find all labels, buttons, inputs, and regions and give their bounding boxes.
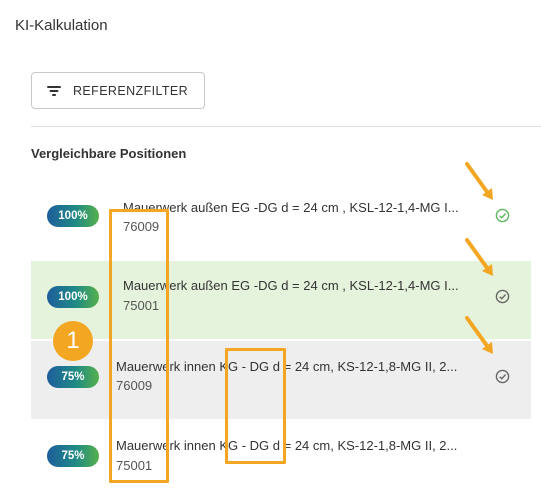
filter-list-icon	[47, 85, 61, 97]
match-score-badge: 100%	[47, 286, 99, 308]
floor-range-highlight	[225, 348, 286, 464]
divider	[31, 126, 541, 127]
page-title: KI-Kalkulation	[15, 17, 108, 34]
check-circle-icon[interactable]	[495, 208, 510, 223]
match-score-badge: 75%	[47, 445, 99, 467]
callout-number-badge: 1	[53, 321, 93, 361]
reference-filter-label: REFERENZFILTER	[73, 83, 189, 98]
reference-filter-button[interactable]: REFERENZFILTER	[31, 72, 205, 109]
position-row[interactable]: 100% Mauerwerk außen EG -DG d = 24 cm , …	[31, 261, 531, 339]
position-description: Mauerwerk außen EG -DG d = 24 cm , KSL-1…	[123, 200, 459, 215]
match-score-badge: 100%	[47, 205, 99, 227]
match-score-badge: 75%	[47, 366, 99, 388]
arrow-icon	[465, 238, 493, 276]
position-description: Mauerwerk außen EG -DG d = 24 cm , KSL-1…	[123, 278, 459, 293]
section-title: Vergleichbare Positionen	[31, 146, 187, 161]
arrow-icon	[465, 162, 493, 200]
code-column-highlight	[109, 209, 169, 483]
position-row[interactable]: 100% Mauerwerk außen EG -DG d = 24 cm , …	[31, 177, 531, 255]
check-circle-icon[interactable]	[495, 289, 510, 304]
check-circle-icon[interactable]	[495, 369, 510, 384]
arrow-icon	[465, 316, 493, 354]
